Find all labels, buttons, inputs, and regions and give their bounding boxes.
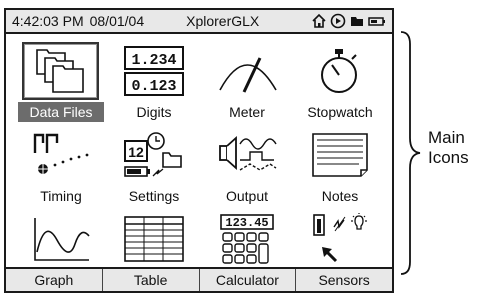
icon-output[interactable]: Output xyxy=(200,124,293,208)
device-screen: 4:42:03 PM 08/01/04 XplorerGLX Data File… xyxy=(4,8,394,293)
icon-label: Settings xyxy=(128,188,180,204)
stopwatch-icon xyxy=(320,49,357,93)
curly-brace xyxy=(400,31,421,275)
tab-calculator[interactable]: Calculator xyxy=(200,269,297,291)
home-icon[interactable] xyxy=(311,13,327,29)
notes-icon xyxy=(311,133,368,177)
annotation-line-1: Main xyxy=(428,128,465,147)
meter-icon xyxy=(218,57,277,93)
folder-icon[interactable] xyxy=(349,13,365,29)
play-icon[interactable] xyxy=(330,13,346,29)
digits-readout-top: 1.234 xyxy=(131,52,176,69)
settings-calendar-number: 12 xyxy=(128,144,144,160)
device-name: XplorerGLX xyxy=(186,13,260,29)
icon-label: Digits xyxy=(136,104,172,120)
status-bar: 4:42:03 PM 08/01/04 XplorerGLX xyxy=(6,10,392,34)
settings-icon: 12 xyxy=(123,132,182,177)
icon-meter[interactable]: Meter xyxy=(200,40,293,124)
icon-settings[interactable]: 12 Settings xyxy=(107,124,200,208)
calculator-readout: 123.45 xyxy=(225,216,268,230)
clock-date: 08/01/04 xyxy=(89,13,145,29)
icon-stopwatch[interactable]: Stopwatch xyxy=(293,40,386,124)
icon-label: Timing xyxy=(40,188,82,204)
timing-icon xyxy=(33,133,88,174)
annotation-line-2: Icons xyxy=(428,148,469,167)
icon-label: Stopwatch xyxy=(307,104,373,120)
icon-digits[interactable]: 1.234 0.123 Digits xyxy=(107,40,200,124)
battery-icon xyxy=(368,17,385,26)
graph-icon xyxy=(33,218,90,261)
data-files-icon xyxy=(35,49,84,93)
icon-notes[interactable]: Notes xyxy=(293,124,386,208)
icon-label: Output xyxy=(225,188,269,204)
sensors-icon xyxy=(312,213,367,263)
table-icon xyxy=(123,216,184,262)
calculator-icon: 123.45 xyxy=(219,214,274,264)
icon-label: Data Files xyxy=(18,102,104,122)
tab-sensors[interactable]: Sensors xyxy=(296,269,392,291)
clock-time: 4:42:03 PM xyxy=(12,13,84,29)
tab-graph[interactable]: Graph xyxy=(6,269,103,291)
status-icons xyxy=(311,13,386,29)
output-icon xyxy=(218,135,277,171)
icon-label: Meter xyxy=(229,104,265,120)
icon-label: Notes xyxy=(321,188,359,204)
icon-timing[interactable]: Timing xyxy=(14,124,107,208)
digits-icon: 1.234 0.123 xyxy=(123,46,184,96)
bottom-tabs: Graph Table Calculator Sensors xyxy=(6,267,392,291)
main-icons-annotation: Main Icons xyxy=(428,128,469,168)
digits-readout-bottom: 0.123 xyxy=(131,78,176,95)
tab-table[interactable]: Table xyxy=(103,269,200,291)
main-icon-grid: Data Files 1.234 0.123 Digits Meter Stop… xyxy=(14,40,386,270)
icon-data-files[interactable]: Data Files xyxy=(14,40,107,124)
